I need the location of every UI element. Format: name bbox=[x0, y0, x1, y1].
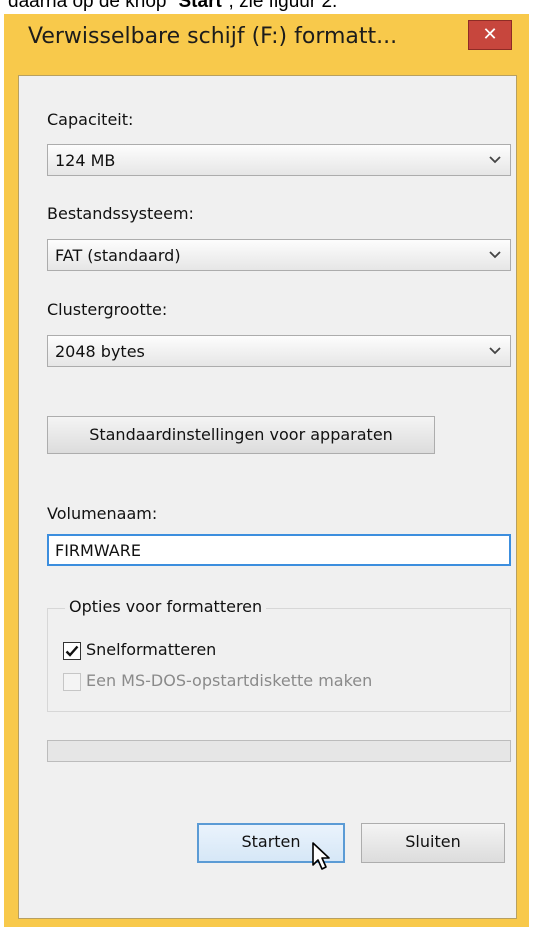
cluster-value: 2048 bytes bbox=[55, 342, 145, 361]
chevron-down-icon bbox=[489, 347, 501, 355]
cluster-label: Clustergrootte: bbox=[47, 300, 168, 319]
capacity-label: Capaciteit: bbox=[47, 110, 134, 129]
msdos-checkbox bbox=[63, 673, 81, 691]
filesystem-value: FAT (standaard) bbox=[55, 246, 181, 265]
restore-defaults-button[interactable]: Standaardinstellingen voor apparaten bbox=[47, 416, 435, 454]
format-dialog: Verwisselbare schijf (F:) formatt... ✕ C… bbox=[4, 14, 529, 927]
window-title: Verwisselbare schijf (F:) formatt... bbox=[28, 24, 398, 49]
dialog-body: Capaciteit: 124 MB Bestandssysteem: FAT … bbox=[18, 75, 517, 919]
format-options-group bbox=[47, 608, 511, 712]
checkmark-icon bbox=[65, 645, 79, 657]
title-bar[interactable]: Verwisselbare schijf (F:) formatt... ✕ bbox=[4, 14, 529, 80]
volume-label: Volumenaam: bbox=[47, 504, 158, 523]
filesystem-label: Bestandssysteem: bbox=[47, 204, 194, 223]
msdos-label: Een MS-DOS-opstartdiskette maken bbox=[86, 671, 373, 690]
close-icon: ✕ bbox=[482, 24, 498, 45]
close-button[interactable]: Sluiten bbox=[361, 823, 505, 863]
volume-input-field[interactable] bbox=[49, 536, 509, 564]
chevron-down-icon bbox=[489, 251, 501, 259]
quick-format-checkbox[interactable] bbox=[63, 642, 81, 660]
filesystem-select[interactable]: FAT (standaard) bbox=[47, 239, 511, 271]
document-caption: daarna op de knop "Start", zie figuur 2. bbox=[0, 0, 533, 13]
format-options-title: Opties voor formatteren bbox=[65, 597, 267, 616]
mouse-pointer-icon bbox=[312, 842, 330, 870]
caption-prefix: daarna op de knop " bbox=[8, 0, 179, 12]
caption-suffix: ", zie figuur 2. bbox=[221, 0, 338, 12]
quick-format-label[interactable]: Snelformatteren bbox=[86, 640, 216, 659]
cluster-select[interactable]: 2048 bytes bbox=[47, 335, 511, 367]
close-window-button[interactable]: ✕ bbox=[468, 20, 512, 50]
capacity-select[interactable]: 124 MB bbox=[47, 144, 511, 176]
capacity-value: 124 MB bbox=[55, 151, 116, 170]
chevron-down-icon bbox=[489, 156, 501, 164]
format-progress-bar bbox=[47, 740, 511, 762]
volume-input[interactable] bbox=[47, 534, 511, 566]
caption-bold: Start bbox=[178, 0, 222, 12]
